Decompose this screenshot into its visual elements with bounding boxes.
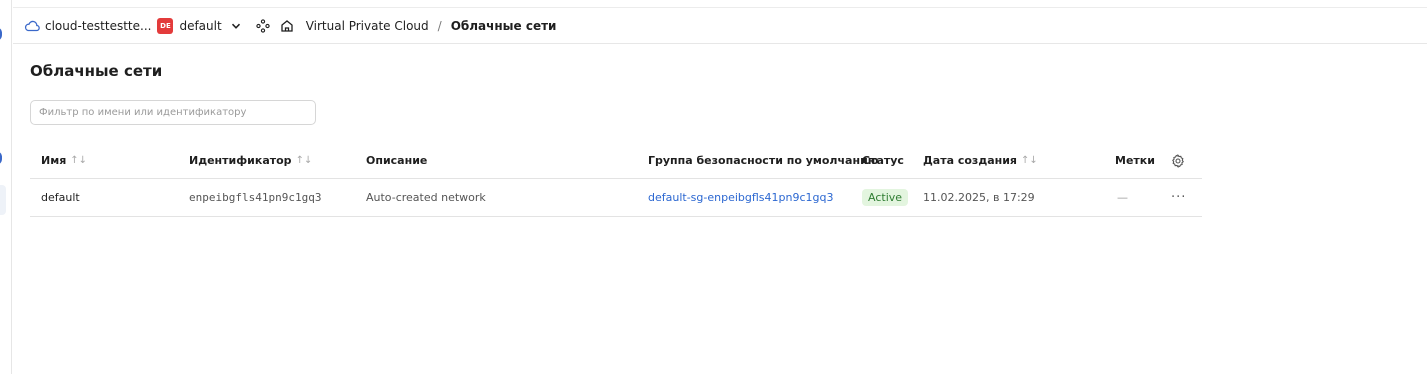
network-description: Auto-created network: [366, 191, 486, 204]
column-label: Дата создания: [923, 154, 1017, 167]
rail-active-item[interactable]: [0, 185, 6, 215]
network-name[interactable]: default: [41, 179, 80, 216]
folder-selector[interactable]: default: [179, 19, 221, 33]
created-date: 11.02.2025, в 17:29: [923, 191, 1035, 204]
sort-icon[interactable]: ↑↓: [296, 155, 313, 166]
filter-input[interactable]: [30, 100, 316, 125]
column-label: Идентификатор: [189, 154, 292, 167]
top-bar: cloud-testtestte... DE default Virtual P…: [13, 7, 1427, 44]
column-header-status: Статус: [862, 154, 904, 167]
labels-value: —: [1117, 191, 1128, 204]
gear-icon: [1171, 153, 1185, 168]
cloud-selector[interactable]: cloud-testtestte...: [45, 19, 151, 33]
security-group-link[interactable]: default-sg-enpeibgfls41pn9c1gq3: [648, 191, 834, 204]
chevron-down-icon[interactable]: [231, 21, 241, 31]
networks-table: Имя ↑↓ Идентификатор ↑↓ Описание Группа бе…: [30, 143, 1202, 217]
table-settings-button[interactable]: [1171, 143, 1185, 178]
table-row[interactable]: default enpeibgfls41pn9c1gq3 Auto-create…: [30, 179, 1202, 217]
page-title: Облачные сети: [30, 62, 163, 80]
breadcrumb-current: Облачные сети: [450, 18, 557, 33]
breadcrumb-service-link[interactable]: Virtual Private Cloud: [306, 19, 429, 33]
sort-icon[interactable]: ↑↓: [70, 155, 87, 166]
column-header-created[interactable]: Дата создания ↑↓: [923, 143, 1038, 178]
column-label: Имя: [41, 154, 67, 167]
column-header-labels: Метки: [1115, 154, 1155, 167]
column-header-name[interactable]: Имя ↑↓: [41, 143, 87, 178]
cloud-icon: [24, 20, 40, 32]
services-icon[interactable]: [256, 18, 270, 33]
rail-nav-icon[interactable]: [0, 151, 2, 165]
column-header-security-group: Группа безопасности по умолчанию: [648, 154, 879, 167]
left-rail: [0, 0, 12, 374]
home-icon[interactable]: [280, 19, 294, 33]
status-badge: Active: [862, 189, 909, 206]
breadcrumb-separator: /: [437, 18, 442, 33]
security-group-cell: default-sg-enpeibgfls41pn9c1gq3: [648, 179, 834, 216]
folder-badge: DE: [157, 17, 174, 34]
column-header-description: Описание: [366, 154, 428, 167]
rail-nav-icon[interactable]: [0, 27, 2, 41]
row-actions-button[interactable]: ···: [1171, 179, 1186, 216]
status-cell: Active: [862, 179, 909, 216]
table-header: Имя ↑↓ Идентификатор ↑↓ Описание Группа бе…: [30, 143, 1202, 179]
column-header-id[interactable]: Идентификатор ↑↓: [189, 143, 312, 178]
sort-icon[interactable]: ↑↓: [1021, 155, 1038, 166]
network-id: enpeibgfls41pn9c1gq3: [189, 191, 322, 204]
